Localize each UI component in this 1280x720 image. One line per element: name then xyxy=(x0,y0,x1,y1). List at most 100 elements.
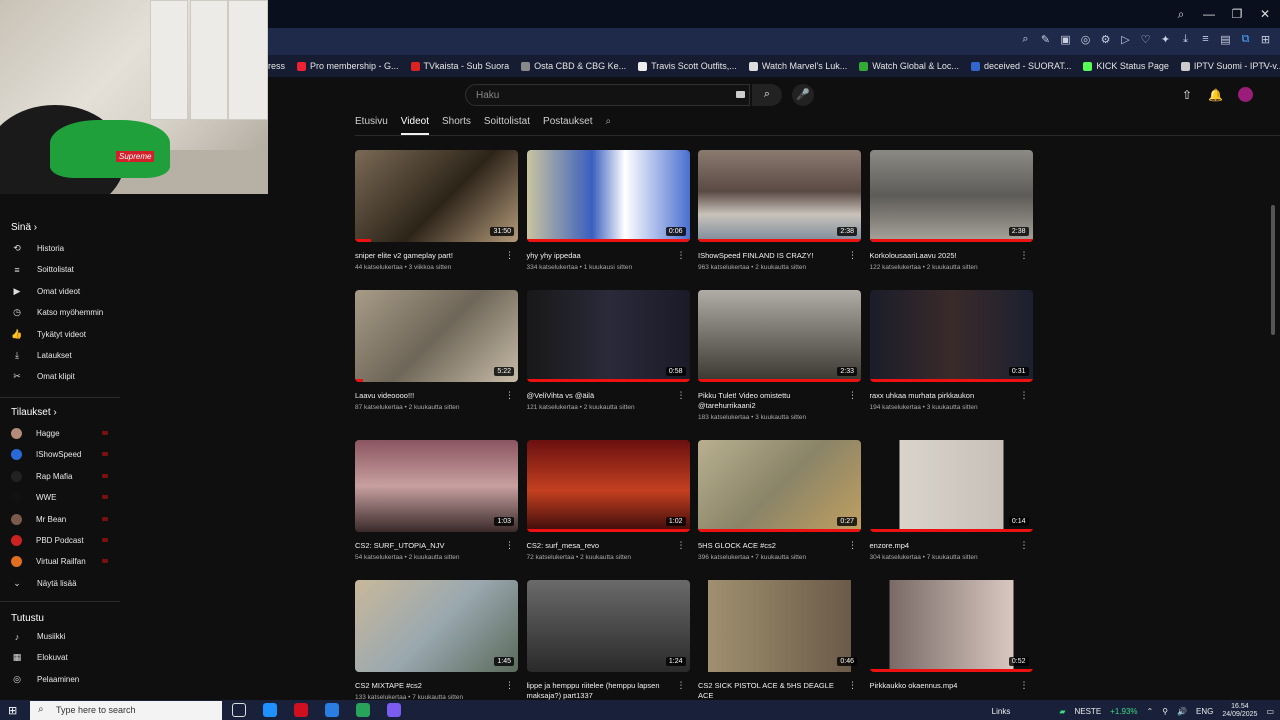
bookmark-item[interactable]: Travis Scott Outfits,... xyxy=(638,61,737,71)
tab-etusivu[interactable]: Etusivu xyxy=(355,116,388,135)
sidebar-item-lataukset[interactable]: ⤓ Lataukset xyxy=(0,345,120,366)
more-options-icon[interactable]: ⋮ xyxy=(505,250,514,261)
keyboard-icon[interactable] xyxy=(736,91,745,98)
video-title[interactable]: CS2 MIXTAPE #cs2 xyxy=(355,681,518,691)
refresh-icon[interactable]: ◎ xyxy=(1079,33,1092,46)
video-title[interactable]: @VeliVihta vs @äilä xyxy=(527,391,690,401)
language-indicator[interactable]: ENG xyxy=(1196,707,1213,716)
tab-soittolistat[interactable]: Soittolistat xyxy=(484,116,530,135)
video-thumbnail[interactable]: 1:45 xyxy=(355,580,518,672)
video-thumbnail[interactable]: 0:14 xyxy=(869,440,1033,532)
video-title[interactable]: raxx uhkaa murhata pirkkaukon xyxy=(870,391,1033,401)
sidebar-item-historia[interactable]: ⟲ Historia xyxy=(0,238,120,259)
sidebar-item-elokuvat[interactable]: ▦ Elokuvat xyxy=(0,647,120,668)
more-options-icon[interactable]: ⋮ xyxy=(677,540,686,551)
video-title[interactable]: CS2: surf_mesa_revo xyxy=(527,541,690,551)
more-options-icon[interactable]: ⋮ xyxy=(848,390,857,401)
sidebar-item-soittolistat[interactable]: ≡ Soittolistat xyxy=(0,259,120,280)
sidebar-subs-title[interactable]: Tilaukset › xyxy=(11,407,57,418)
more-bookmarks-icon[interactable]: › xyxy=(1263,59,1266,70)
taskbar-app-icon[interactable] xyxy=(232,703,246,717)
video-thumbnail[interactable]: 5:22 xyxy=(355,290,518,382)
menu-icon[interactable]: ≡ xyxy=(1199,33,1212,46)
more-options-icon[interactable]: ⋮ xyxy=(848,250,857,261)
video-card[interactable]: 0:27 5HS GLOCK ACE #cs2 396 katselukertaa … xyxy=(698,440,861,561)
video-thumbnail[interactable]: 1:03 xyxy=(355,440,518,532)
upload-icon[interactable]: ⇧ xyxy=(1182,88,1192,102)
avatar[interactable] xyxy=(1238,87,1253,102)
video-title[interactable]: Laavu videoooo!!! xyxy=(355,391,518,401)
sidebar-you-title[interactable]: Sinä › xyxy=(11,222,37,233)
sidebar-item-musiikki[interactable]: ♪ Musiikki xyxy=(0,626,120,647)
mic-icon[interactable]: 🎤 xyxy=(792,84,814,106)
video-card[interactable]: 2:38 KorkolousaariLaavu 2025! 122 katseluk… xyxy=(869,150,1033,271)
taskbar-search-input[interactable]: Type here to search xyxy=(30,701,222,720)
video-title[interactable]: KorkolousaariLaavu 2025! xyxy=(870,251,1033,261)
video-card[interactable]: 2:38 IShowSpeed FINLAND IS CRAZY! 963 kats… xyxy=(698,150,861,271)
extension-icon[interactable]: ✦ xyxy=(1159,33,1172,46)
wallet-icon[interactable]: ▤ xyxy=(1219,33,1232,46)
scrollbar-thumb[interactable] xyxy=(1271,205,1275,335)
taskbar-app-icon[interactable] xyxy=(294,703,308,717)
video-title[interactable]: sniper elite v2 gameplay part! xyxy=(355,251,518,261)
video-card[interactable]: 0:46 CS2 SICK PISTOL ACE & 5HS DEAGLE ACE… xyxy=(698,580,861,711)
minimize-icon[interactable]: — xyxy=(1202,7,1216,21)
sidebar-subscription[interactable]: Hagge xyxy=(0,423,120,444)
windows-start-icon[interactable]: ⊞ xyxy=(8,704,17,717)
more-options-icon[interactable]: ⋮ xyxy=(505,540,514,551)
bookmark-item[interactable]: Osta CBD & CBG Ke... xyxy=(521,61,626,71)
video-card[interactable]: 1:02 CS2: surf_mesa_revo 72 katselukertaa … xyxy=(526,440,690,561)
video-card[interactable]: 2:33 Pikku Tulet! Video omistettu @tarehu… xyxy=(698,290,861,421)
more-options-icon[interactable]: ⋮ xyxy=(1020,680,1029,691)
clock[interactable]: 16.54 24/09/2025 xyxy=(1222,703,1257,719)
more-options-icon[interactable]: ⋮ xyxy=(848,540,857,551)
show-more-button[interactable]: ⌄ Näytä lisää xyxy=(0,573,120,594)
more-options-icon[interactable]: ⋮ xyxy=(505,390,514,401)
more-options-icon[interactable]: ⋮ xyxy=(505,680,514,691)
more-options-icon[interactable]: ⋮ xyxy=(1020,540,1029,551)
play-icon[interactable]: ▷ xyxy=(1119,33,1132,46)
bookmark-item[interactable]: TVkaista - Sub Suora xyxy=(410,61,509,71)
close-icon[interactable]: ✕ xyxy=(1258,7,1272,21)
video-card[interactable]: 0:58 @VeliVihta vs @äilä 121 katselukertaa… xyxy=(526,290,690,411)
video-thumbnail[interactable]: 0:58 xyxy=(526,290,690,382)
video-title[interactable]: Pirkkaukko okaennus.mp4 xyxy=(870,681,1033,691)
bell-icon[interactable]: 🔔 xyxy=(1208,88,1223,102)
video-thumbnail[interactable]: 1:24 xyxy=(526,580,690,672)
taskbar-app-icon[interactable] xyxy=(387,703,401,717)
video-card[interactable]: 0:31 raxx uhkaa murhata pirkkaukon 194 kat… xyxy=(869,290,1033,411)
chevron-up-icon[interactable]: ⌃ xyxy=(1147,707,1154,716)
more-options-icon[interactable]: ⋮ xyxy=(1020,390,1029,401)
zoom-icon[interactable]: ⌕ xyxy=(1019,33,1032,46)
video-card[interactable]: 0:52 Pirkkaukko okaennus.mp4 ⋮ xyxy=(869,580,1033,694)
links-toolbar[interactable]: Links xyxy=(992,707,1011,716)
video-title[interactable]: IShowSpeed FINLAND IS CRAZY! xyxy=(698,251,861,261)
sidebar-subscription[interactable]: Virtual Railfan xyxy=(0,551,120,572)
more-options-icon[interactable]: ⋮ xyxy=(677,680,686,691)
video-title[interactable]: lippe ja hemppu riitelee (hemppu lapsen … xyxy=(527,681,690,701)
bookmark-item[interactable]: Watch Global & Loc... xyxy=(859,61,959,71)
volume-icon[interactable]: 🔊 xyxy=(1177,707,1187,716)
sidebar-item-omat-videot[interactable]: ▶ Omat videot xyxy=(0,281,120,302)
taskbar-app-icon[interactable] xyxy=(263,703,277,717)
taskbar-app-icon[interactable] xyxy=(325,703,339,717)
video-thumbnail[interactable]: 0:46 xyxy=(698,580,861,672)
sidebar-subscription[interactable]: Rap Mafia xyxy=(0,466,120,487)
sidebar-item-pelaaminen[interactable]: ◎ Pelaaminen xyxy=(0,669,120,690)
notification-icon[interactable]: ▭ xyxy=(1266,707,1274,716)
video-card[interactable]: 1:03 CS2: SURF_UTOPIA_NJV 54 katselukertaa… xyxy=(355,440,518,561)
maximize-icon[interactable]: ❐ xyxy=(1230,7,1244,21)
sidebar-subscription[interactable]: IShowSpeed xyxy=(0,444,120,465)
sidebar-item-tykätyt-videot[interactable]: 👍 Tykätyt videot xyxy=(0,324,120,345)
tab-shorts[interactable]: Shorts xyxy=(442,116,471,135)
tab-videot[interactable]: Videot xyxy=(400,116,429,135)
video-title[interactable]: yhy yhy ippedaa xyxy=(527,251,690,261)
sidebar-icon[interactable]: ⊞ xyxy=(1259,33,1272,46)
video-card[interactable]: 1:24 lippe ja hemppu riitelee (hemppu lap… xyxy=(526,580,690,704)
more-options-icon[interactable]: ⋮ xyxy=(677,250,686,261)
stock-ticker[interactable]: NESTE xyxy=(1074,707,1101,716)
video-title[interactable]: CS2 SICK PISTOL ACE & 5HS DEAGLE ACE xyxy=(698,681,861,701)
bookmark-item[interactable]: Pro membership - G... xyxy=(297,61,399,71)
video-card[interactable]: 0:14 enzore.mp4 304 katselukertaa • 7 kuuk… xyxy=(869,440,1033,561)
search-input[interactable]: Haku xyxy=(465,84,750,106)
